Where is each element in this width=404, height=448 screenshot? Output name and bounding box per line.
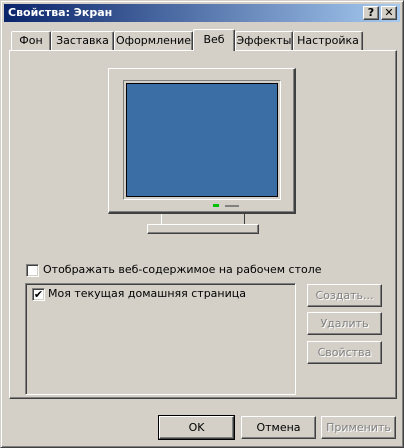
desktop-preview-screen: [126, 83, 278, 197]
power-led-icon: [213, 204, 219, 207]
help-icon[interactable]: ?: [363, 6, 379, 20]
title-bar[interactable]: Свойства: Экран ? ✕: [4, 4, 400, 22]
monitor-neck: [161, 214, 245, 224]
tab-screensaver[interactable]: Заставка: [51, 31, 114, 50]
tab-background[interactable]: Фон: [11, 31, 51, 50]
tab-effects[interactable]: Эффекты: [235, 31, 293, 50]
cancel-button[interactable]: Отмена: [241, 416, 316, 439]
ok-button[interactable]: OK: [158, 415, 235, 440]
window-title: Свойства: Экран: [8, 6, 113, 19]
list-item[interactable]: Моя текущая домашняя страница: [48, 287, 246, 300]
tab-appearance[interactable]: Оформление: [114, 31, 193, 50]
monitor-slot: [225, 205, 239, 207]
close-icon[interactable]: ✕: [381, 6, 397, 20]
tab-settings[interactable]: Настройка: [293, 31, 363, 50]
delete-button[interactable]: Удалить: [307, 312, 382, 335]
monitor-bezel: [123, 80, 281, 200]
list-item-checkbox[interactable]: ✔: [32, 288, 45, 301]
properties-button[interactable]: Свойства: [307, 341, 382, 364]
monitor-preview: [108, 68, 296, 214]
tab-web[interactable]: Веб: [193, 29, 235, 51]
apply-button[interactable]: Применить: [321, 416, 396, 439]
display-properties-window: Свойства: Экран ? ✕ Фон Заставка Оформле…: [0, 0, 404, 448]
show-web-content-label[interactable]: Отображать веб-содержимое на рабочем сто…: [43, 263, 322, 276]
create-button[interactable]: Создать...: [307, 284, 382, 307]
show-web-content-checkbox[interactable]: [26, 264, 39, 277]
monitor-stand: [147, 224, 259, 234]
